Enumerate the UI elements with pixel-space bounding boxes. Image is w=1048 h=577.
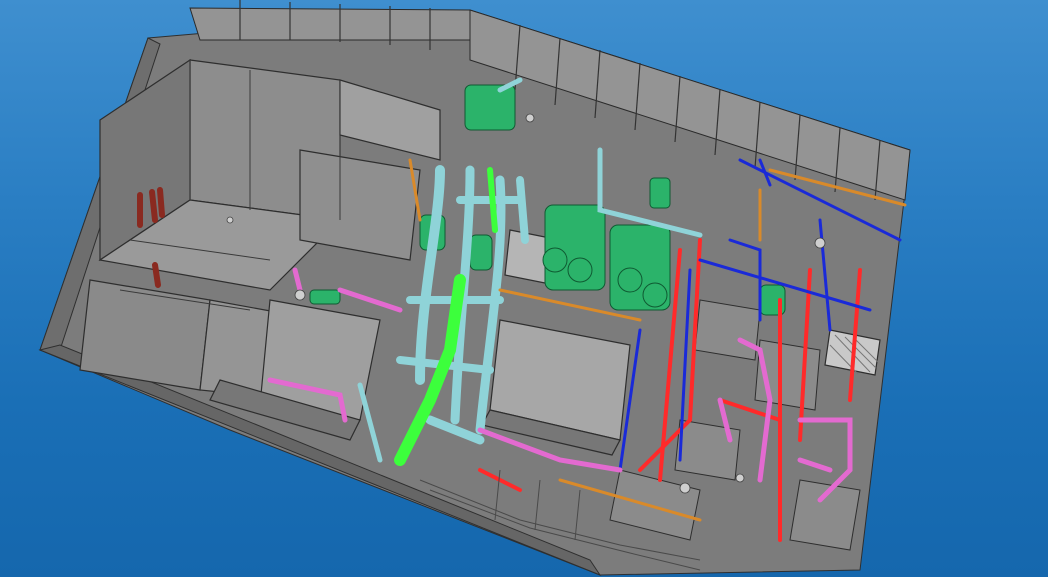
- pump-5: [469, 234, 493, 271]
- ship-engine-room-model[interactable]: [0, 0, 1048, 577]
- 3d-viewport[interactable]: [0, 0, 1048, 577]
- pump-top-1: [464, 84, 516, 131]
- pump-2: [649, 177, 671, 209]
- pump-6: [309, 289, 341, 305]
